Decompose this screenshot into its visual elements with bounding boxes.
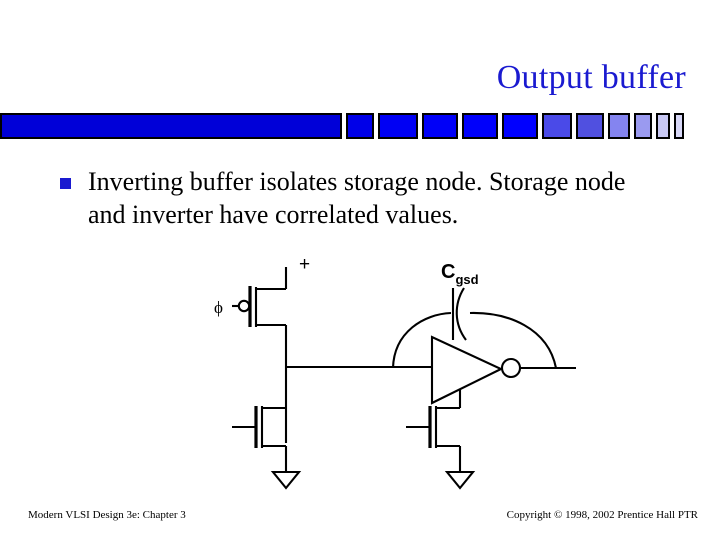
inverter-output-bubble-icon xyxy=(500,357,522,379)
accent-bar-segment-2 xyxy=(378,113,418,139)
ground-symbol-left-icon xyxy=(270,470,302,490)
capacitor-label-subscript: gsd xyxy=(455,272,478,287)
capacitor-label-base: C xyxy=(441,261,455,283)
list-item: Inverting buffer isolates storage node. … xyxy=(60,165,660,231)
footer-right-text: Copyright © 1998, 2002 Prentice Hall PTR xyxy=(506,509,698,521)
clock-label: ϕ xyxy=(214,298,223,317)
accent-bar-segment-11 xyxy=(674,113,684,139)
accent-bar-segment-5 xyxy=(502,113,538,139)
pmos-inversion-bubble-icon xyxy=(237,299,251,313)
page-title: Output buffer xyxy=(496,59,686,96)
ground-symbol-right-icon xyxy=(444,470,476,490)
decorative-accent-bar xyxy=(0,113,720,139)
accent-bar-segment-4 xyxy=(462,113,498,139)
accent-bar-segment-9 xyxy=(634,113,652,139)
accent-bar-segment-10 xyxy=(656,113,670,139)
accent-bar-segment-0 xyxy=(0,113,342,139)
bullet-list: Inverting buffer isolates storage node. … xyxy=(60,165,660,231)
accent-bar-segment-1 xyxy=(346,113,374,139)
list-item-label: Inverting buffer isolates storage node. … xyxy=(88,167,626,229)
supply-label: + xyxy=(299,254,310,275)
output-buffer-circuit-diagram: + ϕ Cgsd xyxy=(198,248,598,498)
inverter-triangle-icon xyxy=(430,335,504,405)
square-bullet-icon xyxy=(60,178,71,189)
accent-bar-segment-8 xyxy=(608,113,630,139)
capacitor-label: Cgsd xyxy=(441,261,479,287)
footer-left-text: Modern VLSI Design 3e: Chapter 3 xyxy=(28,509,186,521)
capacitor-plate-curved xyxy=(455,287,467,341)
accent-bar-segment-3 xyxy=(422,113,458,139)
accent-bar-segment-6 xyxy=(542,113,572,139)
accent-bar-segment-7 xyxy=(576,113,604,139)
